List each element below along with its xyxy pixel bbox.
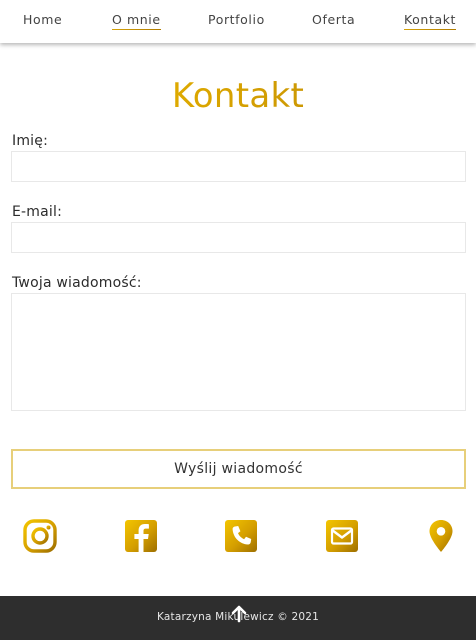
send-message-button[interactable]: Wyślij wiadomość	[11, 449, 466, 489]
mail-icon[interactable]	[325, 519, 359, 553]
nav-item-about[interactable]: O mnie	[112, 12, 161, 30]
email-label: E-mail:	[12, 204, 63, 220]
contact-page: Home O mnie Portfolio Oferta Kontakt Kon…	[0, 0, 476, 640]
nav-item-home[interactable]: Home	[23, 12, 62, 27]
top-navigation: Home O mnie Portfolio Oferta Kontakt	[0, 0, 476, 43]
name-input[interactable]	[11, 151, 466, 182]
message-textarea[interactable]	[11, 293, 466, 411]
email-input[interactable]	[11, 222, 466, 253]
scroll-to-top-button[interactable]	[229, 604, 249, 624]
facebook-icon[interactable]	[124, 519, 158, 553]
phone-icon[interactable]	[224, 519, 258, 553]
name-label: Imię:	[12, 133, 48, 149]
message-label: Twoja wiadomość:	[12, 275, 142, 291]
instagram-icon[interactable]	[23, 519, 57, 553]
nav-item-contact[interactable]: Kontakt	[404, 12, 457, 30]
page-title: Kontakt	[0, 76, 476, 116]
nav-item-offer[interactable]: Oferta	[312, 12, 355, 27]
nav-item-portfolio[interactable]: Portfolio	[208, 12, 265, 27]
location-pin-icon[interactable]	[424, 519, 458, 553]
arrow-up-icon	[231, 605, 247, 623]
